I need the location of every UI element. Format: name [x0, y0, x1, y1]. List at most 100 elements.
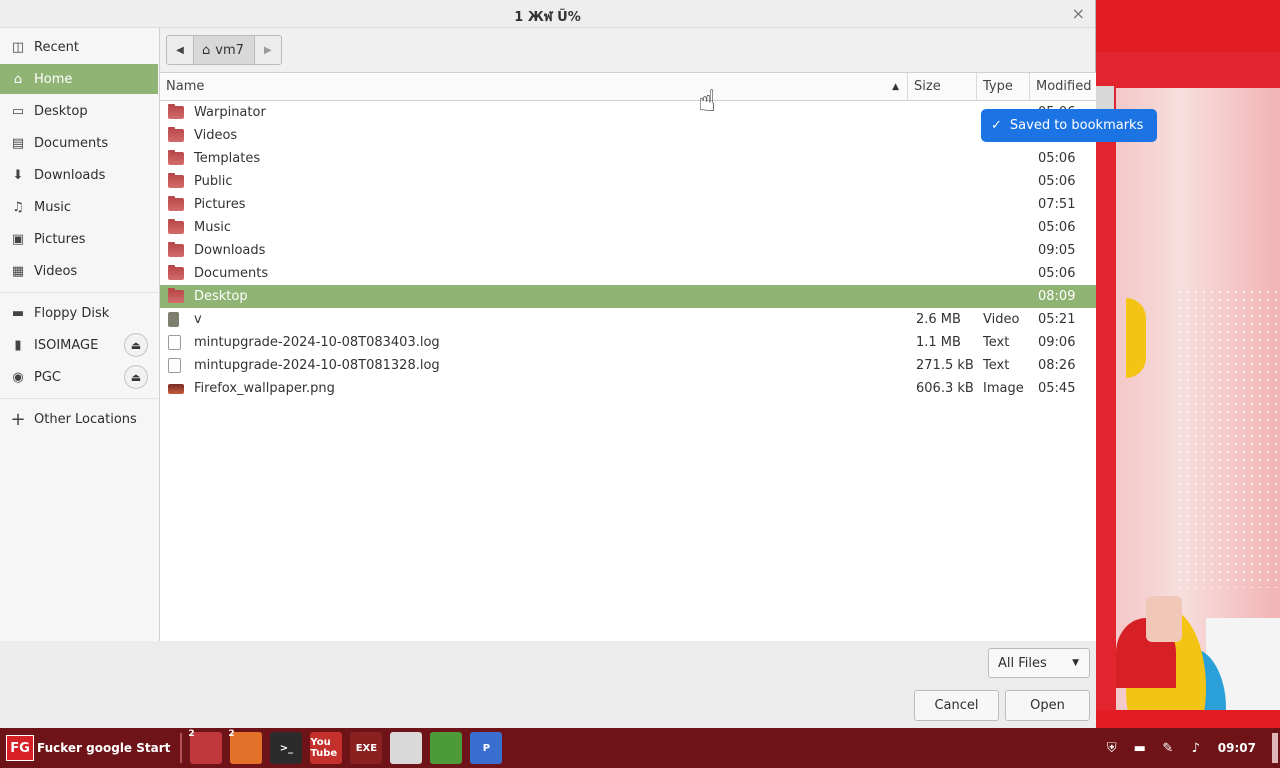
file-name-cell: Public [160, 173, 908, 189]
sidebar-item-music[interactable]: ♫ Music [0, 192, 158, 222]
file-row[interactable]: Documents 05:06 [160, 262, 1096, 285]
dialog-titlebar: 1 Жฬ Ũ% × [0, 0, 1095, 28]
taskbar-app-firefox[interactable]: 2 [228, 729, 263, 764]
folder-icon [168, 196, 184, 211]
background-close-button[interactable] [1096, 86, 1114, 110]
eject-icon[interactable]: ⏏ [124, 365, 148, 389]
taskbar-app-terminal[interactable]: >_ [270, 732, 303, 764]
sidebar-item-desktop[interactable]: ▭ Desktop [0, 96, 158, 126]
column-name[interactable]: Name ▲ [160, 73, 908, 100]
file-modified: 05:06 [1038, 220, 1076, 235]
show-desktop-button[interactable] [1272, 733, 1278, 763]
sidebar-item-downloads[interactable]: ⬇ Downloads [0, 160, 158, 190]
file-size: 271.5 kB [916, 358, 974, 373]
file-row[interactable]: mintupgrade-2024-10-08T081328.log 271.5 k… [160, 354, 1096, 377]
file-modified: 05:21 [1038, 312, 1076, 327]
sidebar-item-label: Other Locations [34, 411, 137, 427]
file-name-cell: mintupgrade-2024-10-08T083403.log [160, 335, 908, 350]
path-segment-home[interactable]: ⌂ vm7 [193, 36, 255, 64]
taskbar-app-files[interactable]: 2 [188, 729, 223, 764]
file-row[interactable]: Music 05:06 [160, 216, 1096, 239]
path-forward-button[interactable]: ▶ [255, 36, 281, 64]
sidebar-item-label: Videos [34, 263, 78, 279]
file-row[interactable]: Videos05:06 [160, 124, 1096, 147]
file-name: Warpinator [194, 105, 266, 120]
sidebar-item-home[interactable]: ⌂ Home [0, 64, 158, 94]
file-name: Desktop [194, 289, 248, 304]
taskbar-app-update-manager[interactable] [430, 732, 463, 764]
file-row[interactable]: Downloads 09:05 [160, 239, 1096, 262]
cancel-button[interactable]: Cancel [914, 690, 999, 721]
plus-icon: + [10, 408, 26, 430]
file-name-cell: Downloads [160, 242, 908, 258]
sidebar-item-recent[interactable]: ◫ Recent [0, 32, 158, 62]
clock[interactable]: 09:07 [1218, 741, 1256, 755]
file-modified: 05:06 [1038, 174, 1076, 189]
file-name: Public [194, 174, 233, 189]
column-modified[interactable]: Modified [1030, 73, 1096, 100]
taskbar-app-youtube-exe[interactable]: EXE [350, 732, 383, 764]
file-name-cell: Desktop [160, 288, 908, 304]
taskbar-app-youtube[interactable]: You Tube [310, 732, 343, 764]
recent-icon: ◫ [11, 39, 25, 55]
downloads-icon: ⬇ [12, 167, 24, 183]
sidebar-item-pgc[interactable]: ◉ PGC ⏏ [0, 362, 158, 392]
file-row[interactable]: Warpinator05:06 [160, 101, 1096, 124]
file-row[interactable]: v 2.6 MB Video 05:21 [160, 308, 1096, 331]
start-menu-button[interactable]: FG Fucker google Start [0, 728, 170, 768]
usb-drive-icon: ▮ [14, 337, 22, 353]
file-modified: 05:06 [1038, 266, 1076, 281]
music-icon: ♫ [12, 199, 24, 215]
file-type: Video [983, 312, 1020, 327]
start-menu-label: Fucker google Start [37, 741, 171, 755]
column-size[interactable]: Size [908, 73, 977, 100]
sidebar-item-label: Music [34, 199, 71, 215]
disc-icon: ◉ [12, 369, 24, 385]
pen-icon[interactable]: ✎ [1158, 738, 1178, 758]
sidebar-item-label: PGC [34, 369, 61, 385]
file-row[interactable]: Firefox_wallpaper.png 606.3 kB Image 05:45 [160, 377, 1096, 400]
close-icon[interactable]: × [1072, 4, 1085, 23]
file-rows: Warpinator05:06Videos05:06Templates05:06… [160, 101, 1096, 400]
hand-pointer-cursor-icon: ☝ [698, 84, 717, 119]
sidebar-item-other-locations[interactable]: + Other Locations [0, 404, 158, 434]
file-list: Name ▲ Size Type Modified Warpinator05:0… [160, 72, 1096, 641]
keyboard-icon[interactable]: ▬ [1130, 738, 1150, 758]
sidebar-item-videos[interactable]: ▦ Videos [0, 256, 158, 286]
file-name: Pictures [194, 197, 246, 212]
open-button[interactable]: Open [1005, 690, 1090, 721]
menu-logo-icon: FG [6, 735, 34, 761]
file-row[interactable]: mintupgrade-2024-10-08T083403.log 1.1 MB T… [160, 331, 1096, 354]
sidebar-item-isoimage[interactable]: ▮ ISOIMAGE ⏏ [0, 330, 158, 360]
path-segment-label: vm7 [215, 42, 244, 58]
file-row[interactable]: Templates 05:06 [160, 147, 1096, 170]
shield-icon[interactable]: ⛨ [1102, 738, 1122, 758]
floppy-icon: ▬ [11, 305, 25, 321]
places-sidebar: ◫ Recent ⌂ Home ▭ Desktop ▤ Documents ⬇ … [0, 28, 160, 641]
background-wallpaper: m [1116, 88, 1280, 728]
file-name-cell: Pictures [160, 196, 908, 212]
file-type-filter[interactable]: All Files ▼ [988, 648, 1090, 678]
sidebar-item-pictures[interactable]: ▣ Pictures [0, 224, 158, 254]
file-row[interactable]: Desktop 08:09 [160, 285, 1096, 308]
file-name-cell: v [160, 312, 908, 327]
sidebar-item-documents[interactable]: ▤ Documents [0, 128, 158, 158]
sound-icon[interactable]: ♪ [1186, 738, 1206, 758]
youtube-icon: You Tube [310, 737, 338, 759]
taskbar-apps: 2 2 >_ You Tube EXE P [188, 729, 510, 764]
pictures-icon: ▣ [11, 231, 25, 247]
window-count-badge: 2 [228, 729, 235, 739]
path-back-button[interactable]: ◀ [167, 36, 193, 64]
file-modified: 08:09 [1038, 289, 1076, 304]
sidebar-divider [0, 398, 158, 399]
sidebar-item-floppy-disk[interactable]: ▬ Floppy Disk [0, 298, 158, 328]
sidebar-item-label: Home [34, 71, 73, 87]
file-row[interactable]: Public 05:06 [160, 170, 1096, 193]
column-type[interactable]: Type [977, 73, 1030, 100]
taskbar-app-mario[interactable] [390, 732, 423, 764]
eject-icon[interactable]: ⏏ [124, 333, 148, 357]
taskbar-app-app-p[interactable]: P [470, 732, 503, 764]
column-type-label: Type [983, 79, 1013, 94]
background-window-header [1096, 0, 1280, 52]
file-row[interactable]: Pictures 07:51 [160, 193, 1096, 216]
